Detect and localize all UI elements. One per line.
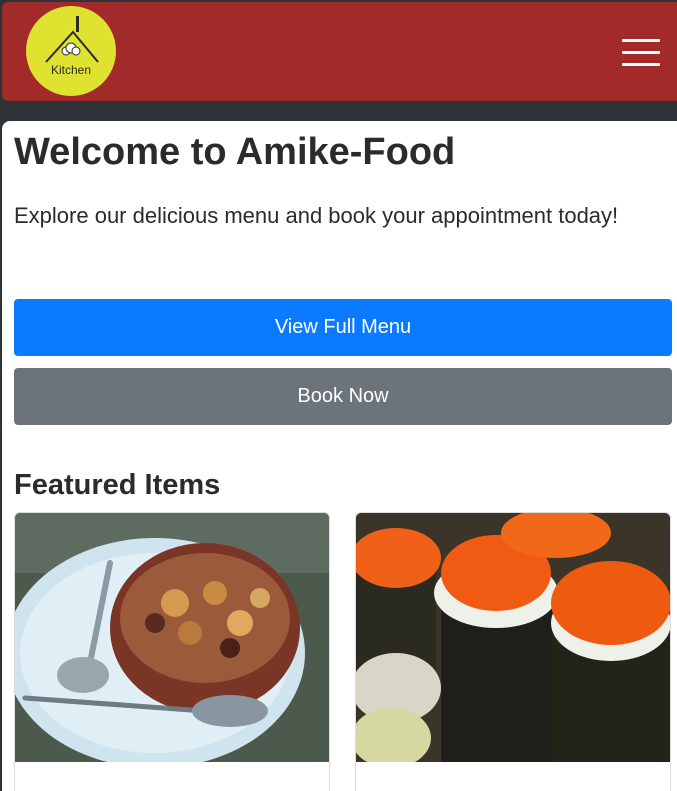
house-chef-icon [45, 16, 99, 63]
stew-bowl-dish-image [15, 513, 329, 762]
page-title: Welcome to Amike-Food [14, 131, 456, 173]
logo-text: Kitchen [50, 63, 92, 77]
intro-text: Explore our delicious menu and book your… [14, 203, 619, 228]
kitchen-logo[interactable]: Kitchen [26, 6, 116, 96]
featured-item-card[interactable] [355, 512, 671, 791]
menu-bar [622, 51, 660, 54]
featured-item-card[interactable] [14, 512, 330, 791]
sushi-rolls-image [356, 513, 670, 762]
view-full-menu-button[interactable]: View Full Menu [14, 299, 672, 356]
menu-bar [622, 39, 660, 42]
featured-items-heading: Featured Items [14, 469, 221, 501]
main-content: Welcome to Amike-Food Explore our delici… [2, 121, 677, 791]
book-now-button[interactable]: Book Now [14, 368, 672, 425]
menu-bar [622, 63, 660, 66]
site-header: Kitchen [2, 2, 677, 101]
hamburger-menu-icon[interactable] [622, 39, 660, 67]
